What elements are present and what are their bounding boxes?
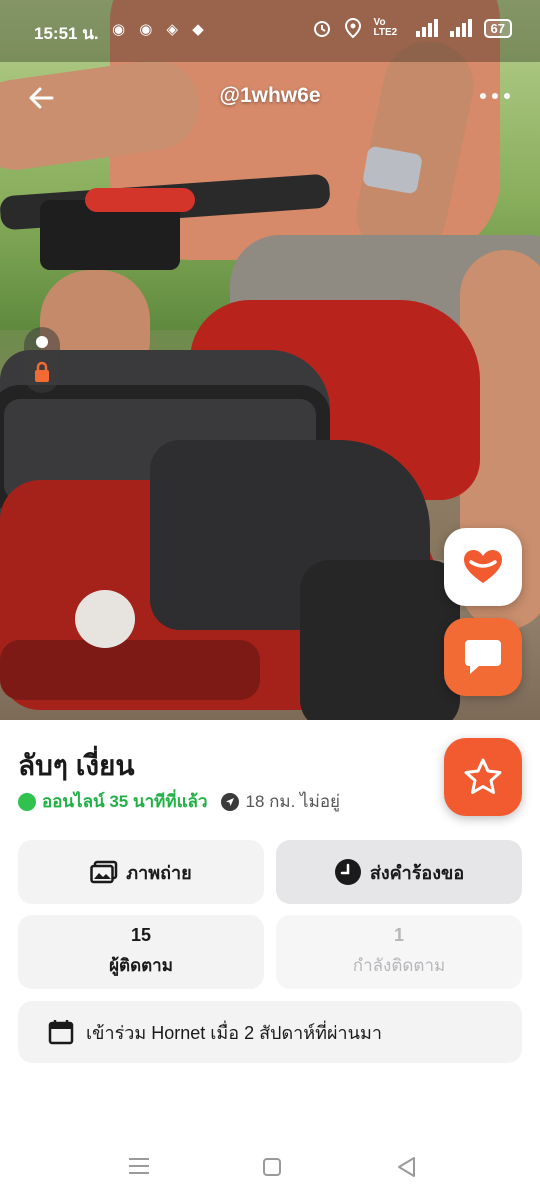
following-card[interactable]: 1 กำลังติดตาม (276, 915, 522, 989)
heart-icon (464, 550, 502, 583)
lock-icon (35, 361, 49, 382)
followers-card[interactable]: 15 ผู้ติดตาม (18, 915, 264, 989)
photo-grip (85, 188, 195, 212)
more-dot-icon (504, 93, 510, 99)
chat-bubble-icon (465, 640, 501, 674)
photos-button[interactable]: ภาพถ่าย (18, 840, 264, 904)
followers-label: ผู้ติดตาม (109, 956, 173, 975)
chat-button[interactable] (444, 618, 522, 696)
clock-icon (334, 859, 361, 885)
photo-tire (300, 560, 460, 720)
photo-bumper (0, 640, 260, 700)
system-back-button[interactable] (396, 1156, 416, 1178)
following-label: กำลังติดตาม (352, 956, 446, 975)
battery-indicator: 67 (483, 18, 512, 38)
signal-icon (415, 19, 438, 37)
home-button[interactable] (263, 1158, 281, 1176)
send-request-label: ส่งคำร้องขอ (369, 862, 465, 883)
photos-icon (90, 860, 118, 884)
status-time: 15:51 น. (34, 24, 99, 43)
alarm-icon (313, 21, 330, 37)
status-bar: 15:51 น. ◉ ◉ ◈ ◆ Vo LTE2 67 (0, 0, 540, 62)
photo-page-indicator[interactable] (24, 327, 60, 393)
signal-2-icon (449, 19, 472, 37)
network-label: Vo LTE2 (373, 17, 398, 38)
system-navigation-bar (0, 1136, 540, 1200)
more-dot-icon (492, 93, 498, 99)
notification-icons: ◉ ◉ ◈ ◆ (112, 21, 209, 38)
more-dot-icon (480, 93, 486, 99)
profile-username: @1whw6e (219, 84, 321, 107)
location-icon (344, 18, 361, 38)
joined-text: เข้าร่วม Hornet เมื่อ 2 สัปดาห์ที่ผ่านมา (86, 1022, 382, 1043)
current-photo-dot (36, 336, 48, 348)
send-request-button[interactable]: ส่งคำร้องขอ (276, 840, 522, 904)
profile-status-row: ออนไลน์ 35 นาทีที่แล้ว 18 กม. ไม่อยู่ (18, 788, 340, 815)
calendar-icon (48, 1020, 74, 1045)
recent-apps-button[interactable] (129, 1158, 149, 1176)
status-right-group: Vo LTE2 67 (312, 18, 512, 38)
photo-headlamp (75, 590, 135, 648)
distance-text: 18 กม. ไม่อยู่ (245, 792, 340, 811)
favorite-button[interactable] (444, 738, 522, 816)
following-count: 1 (393, 925, 404, 945)
profile-display-name: ลับๆ เงี่ยน (18, 750, 135, 781)
online-status-dot (18, 792, 36, 811)
photos-label: ภาพถ่าย (126, 862, 192, 883)
followers-count: 15 (130, 925, 152, 945)
profile-photo[interactable] (0, 0, 540, 720)
like-button[interactable] (444, 528, 522, 606)
navigation-arrow-icon (221, 792, 240, 811)
star-icon (464, 758, 502, 794)
more-options-button[interactable] (480, 84, 516, 108)
joined-info: เข้าร่วม Hornet เมื่อ 2 สัปดาห์ที่ผ่านมา (18, 1001, 522, 1063)
online-status-text: ออนไลน์ 35 นาทีที่แล้ว (42, 792, 208, 811)
